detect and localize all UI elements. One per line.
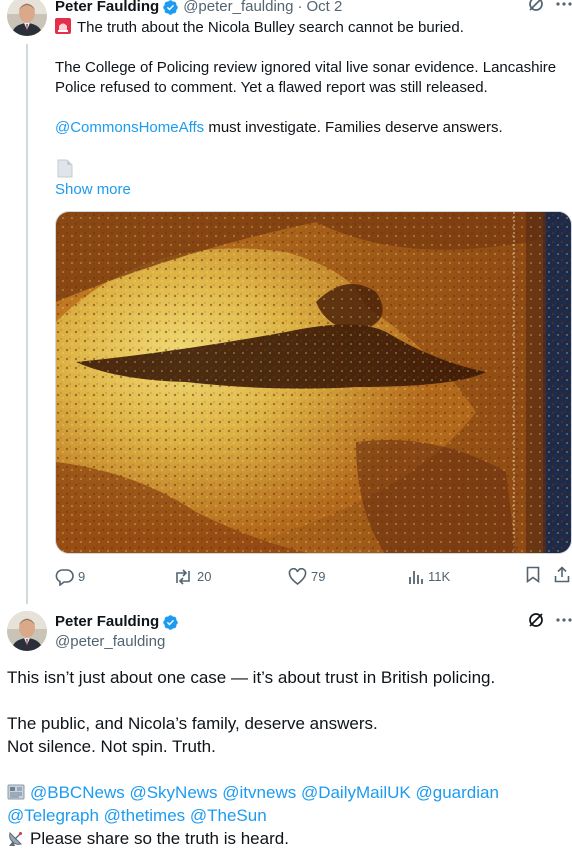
tweet-line-3: must investigate. Families deserve answe…	[204, 119, 503, 136]
bookmark-button[interactable]	[526, 566, 540, 583]
views-chart-icon	[409, 571, 423, 584]
author-handle[interactable]: @peter_faulding	[55, 632, 165, 652]
tweet-header: Peter Faulding	[55, 612, 183, 632]
views-button[interactable]: 11K	[408, 566, 450, 588]
tweet-header: Peter Faulding @peter_faulding · Oct 2	[55, 0, 342, 17]
share-icon	[554, 566, 570, 583]
tweet-line-2b: Police refused to comment. Yet a flawed …	[55, 79, 488, 96]
author-name[interactable]: Peter Faulding	[55, 612, 159, 632]
verified-badge-icon	[163, 614, 178, 630]
tweet-text: This isn’t just about one case — it’s ab…	[7, 666, 567, 850]
author-name[interactable]: Peter Faulding	[55, 0, 159, 17]
like-button[interactable]: 79	[288, 566, 325, 588]
grok-icon[interactable]	[528, 612, 544, 628]
author-handle[interactable]: @peter_faulding	[183, 0, 293, 17]
reply-button[interactable]: 9	[55, 566, 85, 588]
grok-icon[interactable]	[528, 0, 544, 12]
share-request-text: Please share so the truth is heard.	[30, 829, 289, 848]
mention-link[interactable]: @CommonsHomeAffs	[55, 119, 204, 136]
like-count: 79	[311, 569, 326, 584]
more-options-icon[interactable]	[556, 2, 572, 6]
document-icon	[57, 159, 73, 178]
satellite-dish-emoji-icon	[9, 832, 22, 846]
show-more-link[interactable]: Show more	[55, 180, 131, 200]
tweet-line-2a: The College of Policing review ignored v…	[55, 59, 557, 76]
mentions-line-1[interactable]: @BBCNews @SkyNews @itvnews @DailyMailUK …	[30, 783, 499, 802]
share-button[interactable]	[554, 566, 570, 583]
separator-dot: ·	[297, 0, 303, 15]
view-count: 11K	[428, 569, 451, 584]
newspaper-emoji-icon	[7, 784, 25, 800]
tweet-text: The truth about the Nicola Bulley search…	[55, 18, 565, 138]
bookmark-icon	[526, 566, 540, 583]
tweet2-paragraph-1: This isn’t just about one case — it’s ab…	[7, 668, 496, 687]
tweet-top-actions	[528, 0, 572, 12]
reply-icon	[55, 569, 74, 586]
verified-badge-icon	[163, 0, 178, 15]
tweet-actions: 9 20 79 11K	[55, 566, 572, 588]
tweet-top-actions	[528, 612, 572, 628]
tweet-line-1: The truth about the Nicola Bulley search…	[77, 19, 464, 36]
tweet-date[interactable]: Oct 2	[307, 0, 343, 17]
repost-count: 20	[197, 569, 212, 584]
tweet-1[interactable]: Peter Faulding @peter_faulding · Oct 2 T…	[0, 0, 572, 600]
tweet2-paragraph-2b: Not silence. Not spin. Truth.	[7, 737, 216, 756]
tweet2-paragraph-2a: The public, and Nicola’s family, deserve…	[7, 714, 378, 733]
repost-icon	[176, 569, 190, 585]
reply-count: 9	[78, 569, 86, 584]
repost-button[interactable]: 20	[173, 566, 211, 588]
sonar-image[interactable]	[55, 211, 572, 554]
heart-icon	[288, 568, 307, 586]
avatar[interactable]	[7, 611, 47, 651]
mentions-line-2[interactable]: @Telegraph @thetimes @TheSun	[7, 806, 267, 825]
siren-emoji-icon	[55, 18, 71, 34]
more-options-icon[interactable]	[556, 618, 572, 622]
avatar[interactable]	[7, 0, 47, 36]
tweet-2[interactable]: Peter Faulding @peter_faulding This isn’…	[0, 602, 572, 857]
